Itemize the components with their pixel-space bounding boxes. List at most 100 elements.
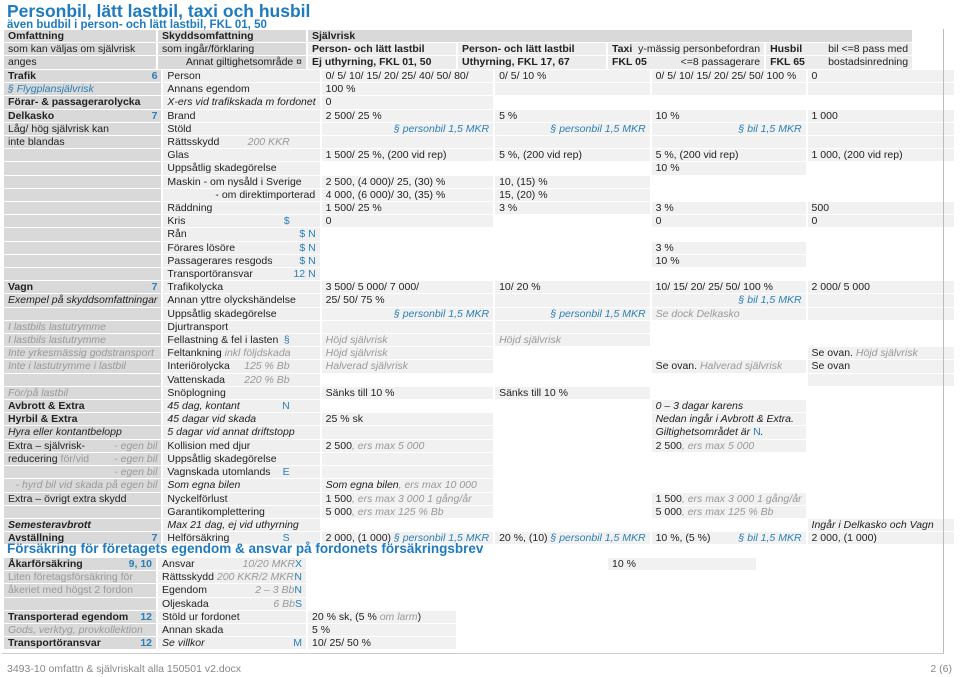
protection-cell: Som egna bilen [163,479,320,492]
protection-cell: Max 21 dag, ej vid uthyrning [163,518,320,532]
husbil-cell [807,175,954,188]
husbil-cell [807,83,954,96]
header-col-taxi: Taxi y-mässig personbefordran [608,43,765,56]
uthyrning-cell [495,294,650,307]
cell-text: X-ers vid trafikskada m fordonet [167,96,316,109]
taxi-cell: 5 000, ers max 125 % Bb [651,505,806,518]
uthyrning-cell [495,492,650,505]
cell-text: Se ovan [811,360,851,373]
header-omfattning-sub1: som kan väljas om självrisk [4,43,156,56]
ej-uthyrning-cell: 25 % sk [321,413,494,426]
husbil-cell [807,452,954,466]
cell-text: 0 [811,215,818,228]
uthyrning-cell [458,624,606,637]
cell-text: Exempel på skyddsomfattningar [8,294,158,307]
taxi-cell [651,83,806,96]
coverage-cell: Extra – övrigt extra skydd [4,492,162,505]
ej-uthyrning-cell: 0 [321,215,494,228]
ej-uthyrning-cell: 2 500/ 25 % [321,109,494,122]
protection-cell: Stöld ur fordonet [158,610,306,624]
header-col-uthyrning: Person- och lätt lastbil [458,43,606,56]
ej-uthyrning-cell: 0 [321,96,494,109]
husbil-desc: bil <=8 pass med [828,43,909,56]
coverage-cell: I lastbils lastutrymme [4,320,162,334]
cell-text: $ N [299,241,316,254]
coverage-cell: Avbrott & Extra [4,400,162,413]
husbil-cell: 2 000, (1 000) [807,532,954,545]
protection-cell: Glas [163,149,320,162]
cell-text: Kris [167,215,186,228]
protection-cell: Annans egendom [163,83,320,96]
cell-text: Transportöransvar [8,637,101,650]
table-row: Liten företagsförsäkring för Rättsskydd 2… [4,571,904,584]
ej-uthyrning-cell: 5 000, ers max 125 % Bb [321,505,494,518]
taxi-cell: 0/ 5/ 10/ 15/ 20/ 25/ 50/ 100 % [651,70,806,83]
footer-page-number: 2 (6) [930,663,952,675]
cell-text: , ers max 125 % Bb [681,505,774,518]
coverage-cell: I lastbils lastutrymme [4,334,162,347]
coverage-cell: Hyrbil & Extra [4,413,162,426]
uthyrning-cell [495,136,650,149]
uthyrning-cell [458,597,606,610]
cell-text: Inte yrkesmässig godstransport [8,347,154,360]
uthyrning-cell [495,373,650,386]
table-row: § Flygplansjälvrisk Annans egendom 100 % [4,83,954,96]
cell-text: ) [417,610,422,623]
cell-text: Passagerares resgods [167,254,273,267]
taxi-cell: Giltighetsområdet är N. [651,426,806,439]
cell-text: § personbil 1,5 MKR [393,122,490,135]
cell-text: Som egna bilen [167,479,241,492]
cell-text: 7 [151,281,158,294]
cell-text: 5 %, (200 vid rep) [499,149,582,162]
coverage-cell: reducering för/vid - egen bil [4,452,162,466]
coverage-cell: Inte i lastutrymme i lastbil [4,360,162,373]
cell-text: Se ovan. [655,360,700,373]
cell-text: Trafik [8,70,37,82]
cell-text: 2 000/ 5 000 [811,281,870,294]
husbil-cell [807,334,954,347]
ej-uthyrning-cell [308,571,456,584]
cell-text: 0 [655,215,662,228]
taxi-cell [608,637,756,650]
table-row: Transportöransvar 12 N [4,268,954,281]
husbil-cell [807,254,954,268]
taxi-cell: 10 % [608,558,756,571]
cell-text: N [753,426,761,439]
cell-text: § [283,334,290,347]
protection-cell: Passagerares resgods $ N [163,254,320,268]
ej-uthyrning-cell: 10/ 25/ 50 % [308,637,456,650]
coverage-cell: Extra – självrisk- - egen bil [4,439,162,452]
cell-text: $ [283,215,290,228]
taxi-cell: 10 % [651,109,806,122]
ej-uthyrning-cell [321,136,494,149]
cell-text: Interiörolycka [167,360,230,373]
husbil-cell [807,386,954,400]
protection-cell: Rättsskydd 200 KKR/2 MKR N [158,571,306,584]
protection-cell: Feltankning inkl följdskada [163,347,320,360]
cell-text: Halverad självrisk [699,360,783,373]
cell-text: Uppsåtlig skadegörelse [167,452,277,465]
taxi-cell [608,624,756,637]
cell-text: I lastbils lastutrymme [8,334,107,347]
uthyrning-cell [495,347,650,360]
husbil-cell [807,162,954,175]
husbil-fkl: FKL 65 [770,56,805,69]
protection-cell: - om direktimporterad [163,188,320,202]
taxi-desc: y-mässig personbefordran [638,43,761,56]
cell-text: Rättsskydd [167,136,220,149]
cell-text: 200 KKR/2 MKR [216,571,294,584]
cell-text: Som egna bilen [325,479,399,492]
table-row: Inte yrkesmässig godstransport Feltanknin… [4,347,954,360]
table-row: Semesteravbrott Max 21 dag, ej vid uthyrn… [4,518,954,532]
table-row: Passagerares resgods $ N 10 % [4,254,954,268]
ej-uthyrning-cell: § personbil 1,5 MKR [321,307,494,320]
cell-text: $ N [299,254,316,267]
cell-text: Stöld [167,122,192,135]
cell-text: 12 [140,610,152,623]
cell-text: Hyrbil & Extra [8,413,78,426]
section-title: Försäkring för företagets egendom & ansv… [7,541,484,556]
coverage-cell [4,241,162,254]
table-row: Oljeskada S 6 Bb [4,597,904,610]
coverage-cell [4,228,162,241]
cell-text: , ers max 3 000 1 gång/år [681,492,802,505]
